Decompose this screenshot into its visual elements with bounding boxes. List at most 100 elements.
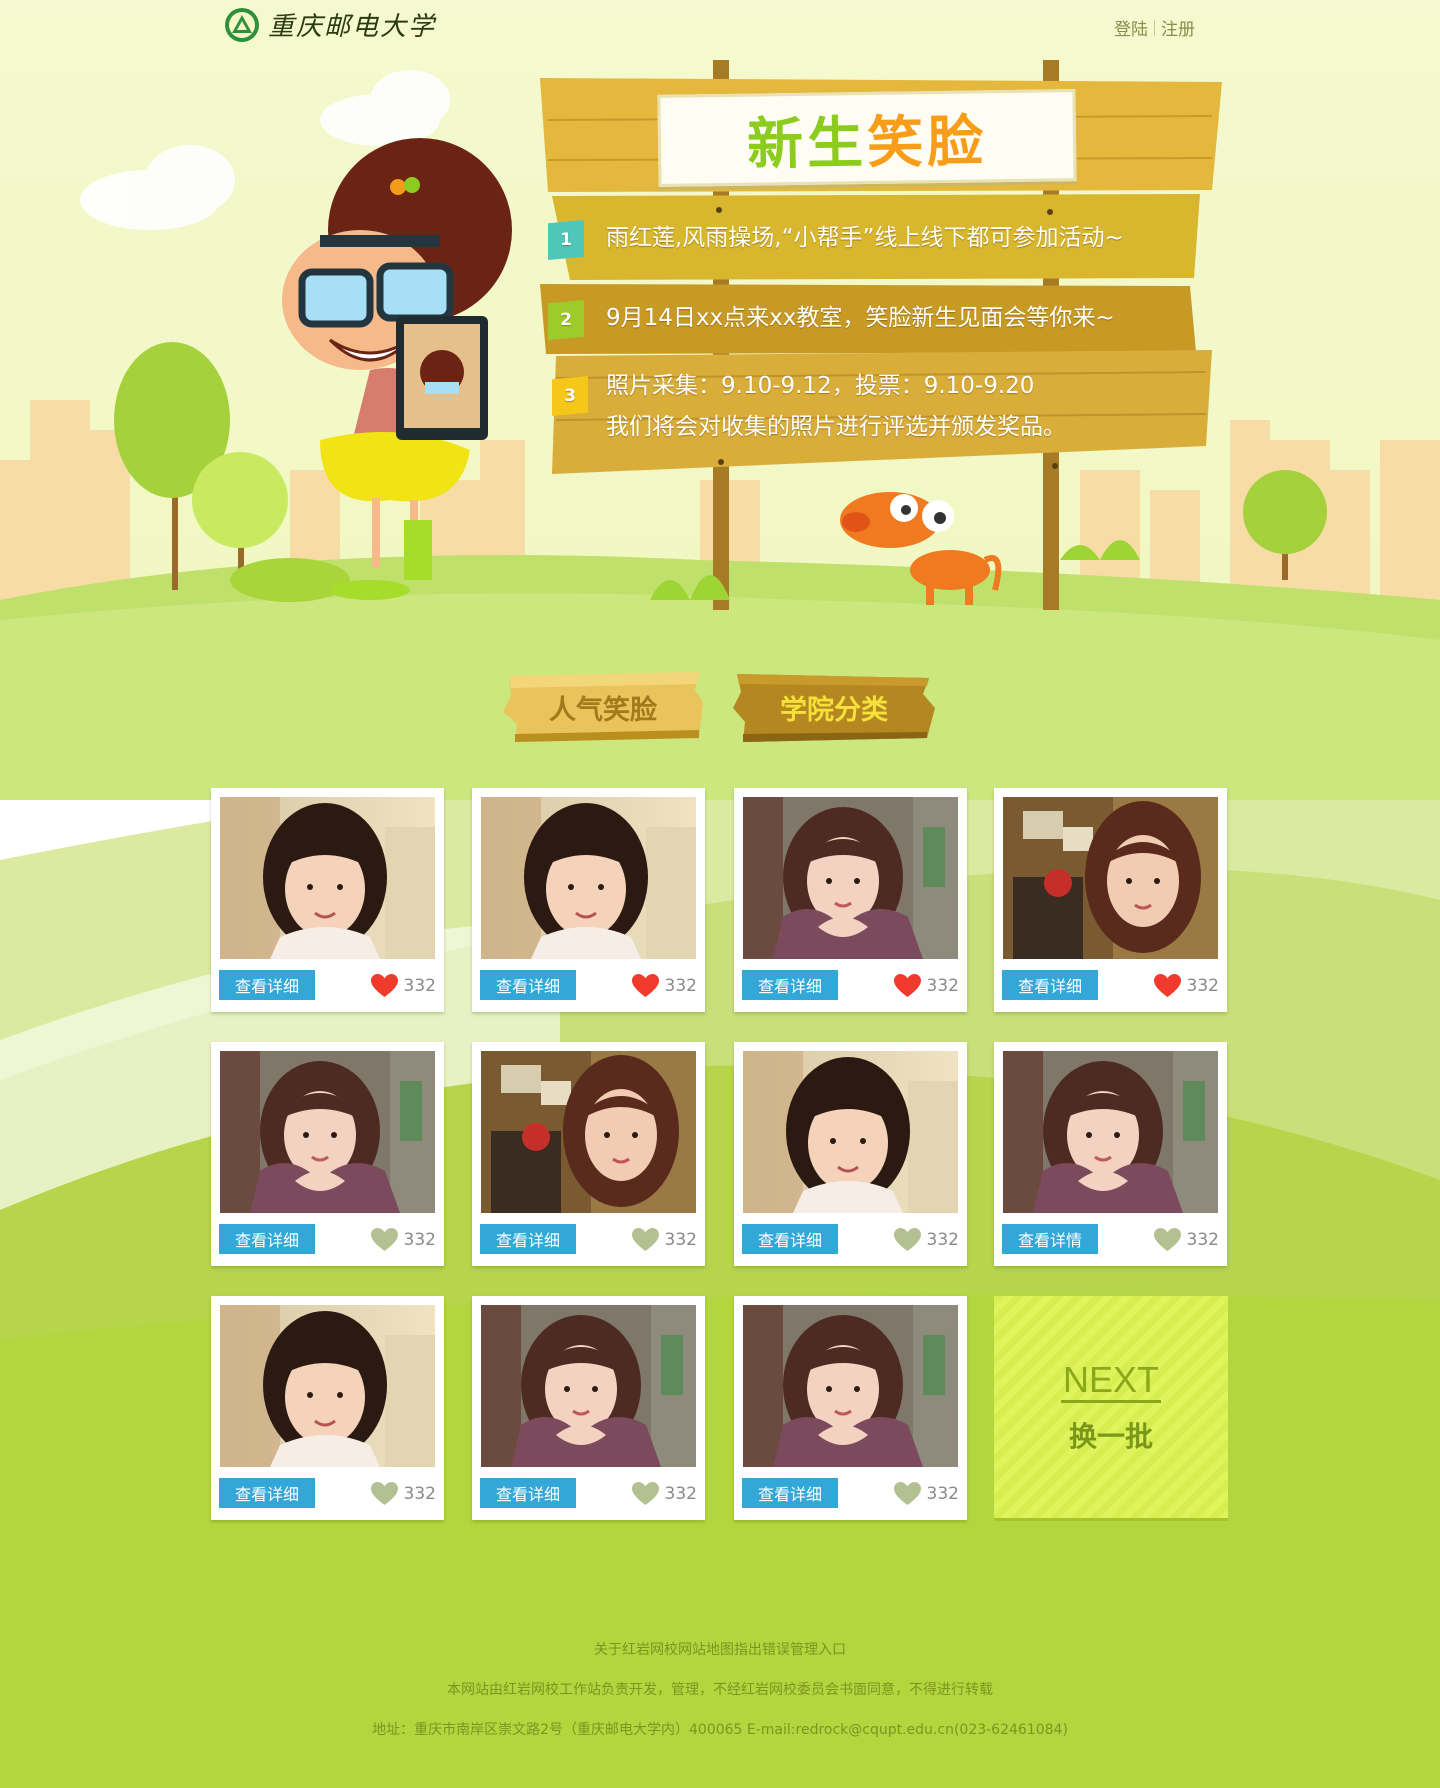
student-photo[interactable] <box>743 797 958 959</box>
like-button[interactable]: 332 <box>893 1482 959 1506</box>
footer-link-report-error[interactable]: 指出错误 <box>734 1642 790 1658</box>
notice-2-number: 2 <box>548 300 584 340</box>
student-photo[interactable] <box>743 1305 958 1467</box>
heart-icon <box>893 1228 921 1251</box>
student-photo[interactable] <box>1003 1051 1218 1213</box>
footer-link-admin[interactable]: 管理入口 <box>790 1642 846 1658</box>
photo-card: 查看详细 332 <box>994 788 1227 1012</box>
photo-card: 查看详细 332 <box>472 1296 705 1520</box>
photo-card: 查看详细 332 <box>472 1042 705 1266</box>
notice-2: 2 9月14日xx点来xx教室，笑脸新生见面会等你来~ <box>548 298 1115 340</box>
next-word: NEXT <box>1060 1359 1161 1403</box>
view-detail-button[interactable]: 查看详细 <box>219 1224 315 1254</box>
heart-icon <box>1153 974 1181 997</box>
notice-3: 3 照片采集：9.10-9.12，投票：9.10-9.20 我们将会对收集的照片… <box>548 366 1066 448</box>
photo-card: 查看详情 332 <box>994 1042 1227 1266</box>
photo-card: 查看详细 332 <box>211 1296 444 1520</box>
notice-1: 1 雨红莲,风雨操场,“小帮手”线上线下都可参加活动~ <box>548 218 1124 260</box>
student-photo[interactable] <box>220 1305 435 1467</box>
heart-icon <box>631 1228 659 1251</box>
university-logo[interactable]: 重庆邮电大学 <box>224 6 436 43</box>
notice-1-text: 雨红莲,风雨操场,“小帮手”线上线下都可参加活动~ <box>606 225 1124 251</box>
like-button[interactable]: 332 <box>370 974 436 998</box>
view-detail-button[interactable]: 查看详细 <box>742 1224 838 1254</box>
view-detail-button[interactable]: 查看详细 <box>1002 970 1098 1000</box>
event-title-banner: 新生笑脸 <box>657 89 1077 187</box>
tab-popular-smiles[interactable]: 人气笑脸 <box>503 672 703 742</box>
heart-icon <box>370 974 398 997</box>
notice-1-number: 1 <box>548 220 584 260</box>
like-button[interactable]: 332 <box>893 1228 959 1252</box>
like-button[interactable]: 332 <box>631 1482 697 1506</box>
view-detail-button[interactable]: 查看详细 <box>480 1478 576 1508</box>
footer-links: 关于红岩网校网站地图指出错误管理入口 <box>0 1630 1440 1670</box>
student-photo[interactable] <box>220 797 435 959</box>
heart-icon <box>631 974 659 997</box>
heart-icon <box>370 1482 398 1505</box>
view-detail-button[interactable]: 查看详细 <box>480 970 576 1000</box>
student-photo[interactable] <box>481 1051 696 1213</box>
footer: 关于红岩网校网站地图指出错误管理入口 本网站由红岩网校工作站负责开发，管理，不经… <box>0 1630 1440 1750</box>
student-photo[interactable] <box>743 1051 958 1213</box>
auth-divider <box>1154 19 1155 36</box>
register-link[interactable]: 注册 <box>1161 15 1195 40</box>
like-count: 332 <box>403 1484 436 1504</box>
next-label: 换一批 <box>1068 1419 1153 1453</box>
university-emblem-icon <box>225 7 259 42</box>
like-button[interactable]: 332 <box>631 974 697 998</box>
next-batch-button[interactable]: NEXT 换一批 <box>994 1296 1228 1518</box>
like-count: 332 <box>664 1484 697 1504</box>
like-count: 332 <box>1186 1230 1219 1250</box>
like-button[interactable]: 332 <box>1153 974 1219 998</box>
notice-3-number: 3 <box>552 376 588 416</box>
photo-card: 查看详细 332 <box>472 788 705 1012</box>
student-photo[interactable] <box>1003 797 1218 959</box>
photo-card: 查看详细 332 <box>211 1042 444 1266</box>
tab-by-college[interactable]: 学院分类 <box>733 672 935 742</box>
like-count: 332 <box>926 1484 959 1504</box>
view-detail-button[interactable]: 查看详情 <box>1002 1224 1098 1254</box>
like-count: 332 <box>403 976 436 996</box>
student-photo[interactable] <box>481 797 696 959</box>
view-detail-button[interactable]: 查看详细 <box>219 970 315 1000</box>
student-photo[interactable] <box>220 1051 435 1213</box>
like-button[interactable]: 332 <box>893 974 959 998</box>
view-detail-button[interactable]: 查看详细 <box>742 1478 838 1508</box>
event-title: 新生笑脸 <box>746 96 988 180</box>
tab-popular-label: 人气笑脸 <box>549 694 657 726</box>
like-count: 332 <box>926 976 959 996</box>
photo-card: 查看详细 332 <box>734 1296 967 1520</box>
view-detail-button[interactable]: 查看详细 <box>742 970 838 1000</box>
like-count: 332 <box>926 1230 959 1250</box>
like-count: 332 <box>664 1230 697 1250</box>
like-count: 332 <box>403 1230 436 1250</box>
logo-text: 重庆邮电大学 <box>268 12 437 42</box>
heart-icon <box>893 974 921 997</box>
footer-address: 地址：重庆市南岸区崇文路2号（重庆邮电大学内）400065 E-mail:red… <box>372 1722 1068 1738</box>
like-button[interactable]: 332 <box>370 1228 436 1252</box>
notice-3-line-1: 照片采集：9.10-9.12，投票：9.10-9.20 <box>606 373 1035 399</box>
login-link[interactable]: 登陆 <box>1114 15 1148 40</box>
like-count: 332 <box>1186 976 1219 996</box>
photo-card: 查看详细 332 <box>211 788 444 1012</box>
student-photo[interactable] <box>481 1305 696 1467</box>
heart-icon <box>631 1482 659 1505</box>
auth-links: 登陆 注册 <box>1114 15 1195 40</box>
notice-3-line-2: 我们将会对收集的照片进行评选并颁发奖品。 <box>606 414 1066 440</box>
footer-disclaimer: 本网站由红岩网校工作站负责开发，管理，不经红岩网校委员会书面同意，不得进行转载 <box>447 1682 993 1698</box>
view-detail-button[interactable]: 查看详细 <box>219 1478 315 1508</box>
footer-link-about[interactable]: 关于红岩网校 <box>594 1642 678 1658</box>
like-button[interactable]: 332 <box>631 1228 697 1252</box>
footer-link-sitemap[interactable]: 网站地图 <box>678 1642 734 1658</box>
like-count: 332 <box>664 976 697 996</box>
heart-icon <box>1153 1228 1181 1251</box>
tab-college-label: 学院分类 <box>780 694 888 726</box>
heart-icon <box>893 1482 921 1505</box>
like-button[interactable]: 332 <box>1153 1228 1219 1252</box>
like-button[interactable]: 332 <box>370 1482 436 1506</box>
view-detail-button[interactable]: 查看详细 <box>480 1224 576 1254</box>
heart-icon <box>370 1228 398 1251</box>
photo-card: 查看详细 332 <box>734 788 967 1012</box>
notice-2-text: 9月14日xx点来xx教室，笑脸新生见面会等你来~ <box>606 305 1115 331</box>
photo-card: 查看详细 332 <box>734 1042 967 1266</box>
